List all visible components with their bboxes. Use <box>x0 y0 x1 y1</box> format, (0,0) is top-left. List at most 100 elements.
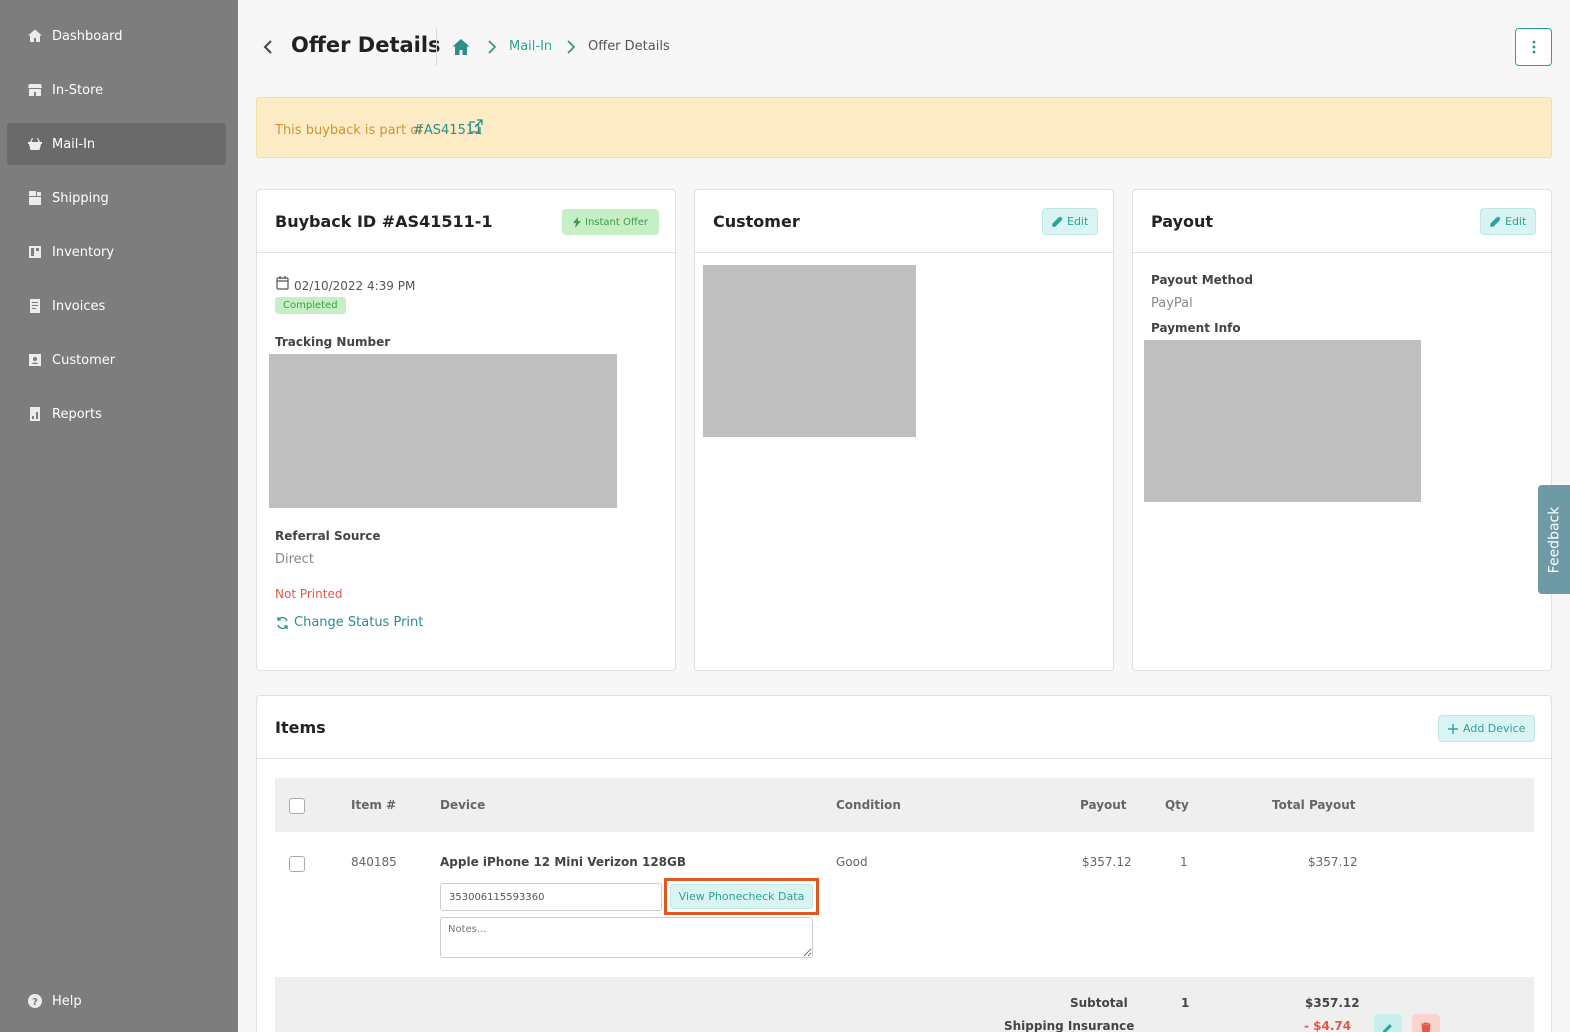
payout-method-label: Payout Method <box>1151 273 1253 287</box>
redacted-tracking-number <box>269 354 617 508</box>
device-name: Apple iPhone 12 Mini Verizon 128GB <box>440 855 687 869</box>
inventory-icon <box>27 244 43 260</box>
alert-text: This buyback is part of <box>275 123 423 138</box>
sidebar-item-in-store[interactable]: In-Store <box>7 69 226 111</box>
buyback-date: 02/10/2022 4:39 PM <box>294 279 416 293</box>
buyback-alert: This buyback is part of #AS41511 <box>256 97 1552 158</box>
home-icon <box>27 28 43 44</box>
change-status-label: Change Status Print <box>294 615 424 630</box>
sidebar-item-label: Mail-In <box>52 136 96 152</box>
customer-title: Customer <box>713 212 800 231</box>
column-header-total-payout: Total Payout <box>1272 798 1356 812</box>
chevron-right-icon <box>567 40 576 54</box>
subtotal-qty: 1 <box>1181 996 1190 1010</box>
edit-label: Edit <box>1067 215 1089 228</box>
home-icon[interactable] <box>451 37 471 57</box>
payout-card: Payout Edit Payout Method PayPal Payment… <box>1132 189 1552 671</box>
bolt-icon <box>573 216 581 228</box>
tracking-number-label: Tracking Number <box>275 335 391 349</box>
buyback-card: Buyback ID #AS41511-1 Instant Offer 02/1… <box>256 189 676 671</box>
notes-field[interactable] <box>440 917 813 958</box>
view-phonecheck-data-button[interactable]: View Phonecheck Data <box>670 884 813 909</box>
badge-label: Instant Offer <box>585 216 649 228</box>
refresh-icon <box>277 616 288 629</box>
feedback-label: Feedback <box>1546 506 1563 573</box>
invoice-icon <box>27 298 43 314</box>
device-qty: 1 <box>1180 855 1188 869</box>
store-icon <box>27 82 43 98</box>
shipping-icon <box>27 190 43 206</box>
pencil-icon <box>1383 1024 1392 1032</box>
feedback-tab[interactable]: Feedback <box>1538 485 1570 594</box>
payout-method-value: PayPal <box>1151 296 1193 311</box>
help-icon: ? <box>27 993 43 1009</box>
column-header-device: Device <box>440 798 486 812</box>
plus-icon <box>1448 723 1458 734</box>
edit-row-button[interactable] <box>1374 1014 1402 1032</box>
pencil-icon <box>1490 216 1501 227</box>
customer-edit-button[interactable]: Edit <box>1042 208 1099 235</box>
status-badge: Completed <box>275 297 346 314</box>
trash-icon <box>1421 1022 1431 1032</box>
sidebar-item-label: In-Store <box>52 82 104 98</box>
sidebar-item-mail-in[interactable]: Mail-In <box>7 123 226 165</box>
pencil-icon <box>1052 216 1063 227</box>
payment-info-label: Payment Info <box>1151 321 1241 335</box>
sidebar-item-label: Inventory <box>52 244 115 260</box>
edit-label: Edit <box>1505 215 1527 228</box>
back-button[interactable] <box>258 36 278 58</box>
shipping-insurance-value: - $4.74 <box>1304 1019 1352 1032</box>
chevron-right-icon <box>488 40 497 54</box>
sidebar-item-shipping[interactable]: Shipping <box>7 177 226 219</box>
sidebar: Dashboard In-Store Mail-In Shipping Inve… <box>0 0 238 1032</box>
redacted-payment-info <box>1144 340 1421 502</box>
device-condition: Good <box>836 855 868 869</box>
redacted-customer-info <box>703 265 916 437</box>
sidebar-item-inventory[interactable]: Inventory <box>7 231 226 273</box>
breadcrumb-mail-in[interactable]: Mail-In <box>509 39 552 54</box>
device-total-payout: $357.12 <box>1308 855 1358 869</box>
calendar-icon <box>276 276 289 290</box>
sidebar-item-reports[interactable]: Reports <box>7 393 226 435</box>
sidebar-item-dashboard[interactable]: Dashboard <box>7 15 226 57</box>
svg-text:?: ? <box>32 997 38 1008</box>
sidebar-item-label: Reports <box>52 406 102 422</box>
totals-row: Subtotal 1 $357.12 Shipping Insurance - … <box>275 977 1534 1032</box>
sidebar-item-label: Invoices <box>52 298 106 314</box>
card-header: Buyback ID #AS41511-1 Instant Offer <box>257 190 675 253</box>
highlight-box: View Phonecheck Data <box>664 878 819 915</box>
sidebar-item-help[interactable]: ? Help <box>7 980 226 1022</box>
items-card: Items Add Device Item # Device Condition… <box>256 695 1552 1032</box>
add-device-button[interactable]: Add Device <box>1438 715 1536 742</box>
row-checkbox[interactable] <box>289 856 305 872</box>
subtotal-value: $357.12 <box>1305 996 1360 1010</box>
chevron-left-icon <box>263 40 272 54</box>
sidebar-item-label: Customer <box>52 352 116 368</box>
column-header-payout: Payout <box>1080 798 1127 812</box>
add-device-label: Add Device <box>1463 722 1526 735</box>
change-status-print-link[interactable]: Change Status Print <box>276 615 423 630</box>
column-header-item: Item # <box>351 798 397 812</box>
items-title: Items <box>275 718 326 737</box>
sidebar-item-label: Shipping <box>52 190 109 206</box>
external-link-icon[interactable] <box>469 119 483 133</box>
payout-edit-button[interactable]: Edit <box>1480 208 1537 235</box>
card-header: Items Add Device <box>257 696 1551 759</box>
payout-title: Payout <box>1151 212 1214 231</box>
referral-source-label: Referral Source <box>275 529 381 543</box>
subtotal-label: Subtotal <box>1070 996 1128 1010</box>
sidebar-item-customer[interactable]: Customer <box>7 339 226 381</box>
imei-input[interactable] <box>440 883 662 911</box>
instant-offer-badge: Instant Offer <box>562 209 660 235</box>
select-all-checkbox[interactable] <box>289 798 305 814</box>
table-header: Item # Device Condition Payout Qty Total… <box>275 778 1534 832</box>
customer-card: Customer Edit <box>694 189 1114 671</box>
page-title: Offer Details <box>291 33 441 57</box>
delete-row-button[interactable] <box>1412 1014 1440 1032</box>
sidebar-item-label: Help <box>52 993 82 1009</box>
more-options-button[interactable] <box>1515 28 1552 66</box>
kebab-icon <box>1532 40 1535 54</box>
sidebar-item-invoices[interactable]: Invoices <box>7 285 226 327</box>
referral-source-value: Direct <box>275 552 314 567</box>
card-header: Customer Edit <box>695 190 1113 253</box>
